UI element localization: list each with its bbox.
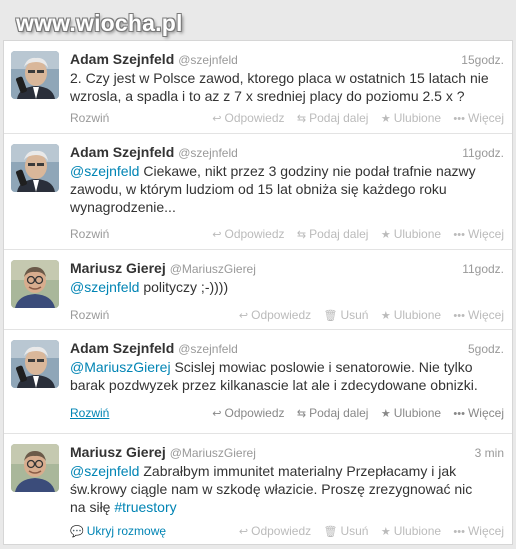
display-name[interactable]: Adam Szejnfeld xyxy=(70,144,174,160)
reply-button[interactable]: ↩ Odpowiedz xyxy=(212,111,284,125)
mention-link[interactable]: @szejnfeld xyxy=(70,463,139,479)
display-name[interactable]: Adam Szejnfeld xyxy=(70,51,174,67)
tweet-actions: ↩ Odpowiedz ⇆ Podaj dalej ★ Ulubione ••• Wię… xyxy=(203,227,504,241)
author-name[interactable]: Mariusz Gierej @MariuszGierej xyxy=(70,444,256,460)
tweet-feed: Adam Szejnfeld @szejnfeld 15godz. 2. Czy … xyxy=(3,40,513,545)
more-button[interactable]: ••• Więcej xyxy=(453,308,504,322)
reply-button[interactable]: ↩ Odpowiedz xyxy=(212,406,284,420)
expand-link[interactable]: Rozwiń xyxy=(70,227,109,241)
more-icon: ••• xyxy=(453,229,465,241)
mention-link[interactable]: @MariuszGierej xyxy=(70,359,171,375)
reply-icon: ↩ xyxy=(238,310,249,322)
author-name[interactable]: Mariusz Gierej @MariuszGierej xyxy=(70,260,256,276)
reply-icon: ↩ xyxy=(212,229,222,241)
tweet-actions: ↩ Odpowiedz ⇆ Podaj dalej ★ Ulubione ••• Wię… xyxy=(203,111,504,125)
more-button[interactable]: ••• Więcej xyxy=(453,406,504,420)
star-icon: ★ xyxy=(380,408,391,420)
reply-icon: ↩ xyxy=(238,526,249,538)
reply-button[interactable]: ↩ Odpowiedz xyxy=(212,227,284,241)
author-name[interactable]: Adam Szejnfeld @szejnfeld xyxy=(70,51,238,67)
favorite-button[interactable]: ★ Ulubione xyxy=(381,524,441,538)
tweet-timestamp[interactable]: 5godz. xyxy=(468,342,504,356)
avatar[interactable] xyxy=(11,340,59,388)
expand-link[interactable]: Rozwiń xyxy=(70,111,109,125)
mention-link[interactable]: @szejnfeld xyxy=(70,279,139,295)
avatar[interactable] xyxy=(11,51,59,99)
retweet-icon: ⇆ xyxy=(296,408,307,420)
author-name[interactable]: Adam Szejnfeld @szejnfeld xyxy=(70,144,238,160)
reply-button[interactable]: ↩ Odpowiedz xyxy=(239,524,311,538)
retweet-button[interactable]: ⇆ Podaj dalej xyxy=(297,406,369,420)
display-name[interactable]: Mariusz Gierej xyxy=(70,444,166,460)
trash-icon: 🗑 xyxy=(323,526,338,538)
more-icon: ••• xyxy=(453,526,465,538)
retweet-button[interactable]: ⇆ Podaj dalej xyxy=(297,111,369,125)
tweet-item[interactable]: Adam Szejnfeld @szejnfeld 5godz. @Mariusz… xyxy=(4,330,512,434)
tweet-timestamp[interactable]: 11godz. xyxy=(462,146,504,160)
more-button[interactable]: ••• Więcej xyxy=(453,227,504,241)
tweet-text: @MariuszGierej Scislej mowiac poslowie i… xyxy=(70,359,478,393)
tweet-item[interactable]: Adam Szejnfeld @szejnfeld 11godz. @szejnf… xyxy=(4,134,512,250)
tweet-item[interactable]: Adam Szejnfeld @szejnfeld 15godz. 2. Czy … xyxy=(4,41,512,134)
expand-link[interactable]: Rozwiń xyxy=(70,308,109,322)
tweet-text: @szejnfeld polityczy ;-)))) xyxy=(70,279,229,295)
more-icon: ••• xyxy=(453,113,465,125)
more-icon: ••• xyxy=(453,310,465,322)
tweet-item[interactable]: Mariusz Gierej @MariuszGierej 3 min @szej… xyxy=(4,434,512,544)
tweet-text: @szejnfeld Ciekawe, nikt przez 3 godziny… xyxy=(70,163,476,215)
favorite-button[interactable]: ★ Ulubione xyxy=(381,406,441,420)
display-name[interactable]: Mariusz Gierej xyxy=(70,260,166,276)
favorite-button[interactable]: ★ Ulubione xyxy=(381,227,441,241)
display-name[interactable]: Adam Szejnfeld xyxy=(70,340,174,356)
retweet-icon: ⇆ xyxy=(296,113,307,125)
reply-button[interactable]: ↩ Odpowiedz xyxy=(239,308,311,322)
tweet-text: 2. Czy jest w Polsce zawod, ktorego plac… xyxy=(70,70,489,104)
reply-icon: ↩ xyxy=(212,113,222,125)
user-handle[interactable]: @szejnfeld xyxy=(178,146,238,160)
user-handle[interactable]: @MariuszGierej xyxy=(170,262,256,276)
tweet-actions: ↩ Odpowiedz 🗑 Usuń ★ Ulubione ••• Więcej xyxy=(230,524,504,538)
user-handle[interactable]: @szejnfeld xyxy=(178,53,238,67)
trash-icon: 🗑 xyxy=(323,310,338,322)
hide-conversation-link[interactable]: 💬 Ukryj rozmowę xyxy=(70,524,166,538)
delete-button[interactable]: 🗑 Usuń xyxy=(324,308,369,322)
site-watermark: www.wiocha.pl xyxy=(16,10,183,36)
hashtag-link[interactable]: #truestory xyxy=(114,499,176,515)
tweet-actions: ↩ Odpowiedz ⇆ Podaj dalej ★ Ulubione ••• Wię… xyxy=(203,406,504,420)
avatar[interactable] xyxy=(11,444,59,492)
more-button[interactable]: ••• Więcej xyxy=(453,111,504,125)
star-icon: ★ xyxy=(380,310,391,322)
retweet-button[interactable]: ⇆ Podaj dalej xyxy=(297,227,369,241)
avatar[interactable] xyxy=(11,144,59,192)
tweet-text: @szejnfeld Zabrałbym immunitet materialn… xyxy=(70,463,473,515)
delete-button[interactable]: 🗑 Usuń xyxy=(324,524,369,538)
author-name[interactable]: Adam Szejnfeld @szejnfeld xyxy=(70,340,238,356)
star-icon: ★ xyxy=(380,229,391,241)
tweet-timestamp[interactable]: 3 min xyxy=(475,446,504,460)
favorite-button[interactable]: ★ Ulubione xyxy=(381,308,441,322)
more-button[interactable]: ••• Więcej xyxy=(453,524,504,538)
star-icon: ★ xyxy=(380,526,391,538)
favorite-button[interactable]: ★ Ulubione xyxy=(381,111,441,125)
avatar[interactable] xyxy=(11,260,59,308)
tweet-timestamp[interactable]: 11godz. xyxy=(462,262,504,276)
mention-link[interactable]: @szejnfeld xyxy=(70,163,139,179)
tweet-actions: ↩ Odpowiedz 🗑 Usuń ★ Ulubione ••• Więcej xyxy=(230,308,504,322)
user-handle[interactable]: @szejnfeld xyxy=(178,342,238,356)
retweet-icon: ⇆ xyxy=(296,229,307,241)
expand-link[interactable]: Rozwiń xyxy=(70,406,109,420)
tweet-item[interactable]: Mariusz Gierej @MariuszGierej 11godz. @sz… xyxy=(4,250,512,330)
user-handle[interactable]: @MariuszGierej xyxy=(170,446,256,460)
reply-icon: ↩ xyxy=(212,408,222,420)
star-icon: ★ xyxy=(380,113,391,125)
more-icon: ••• xyxy=(453,408,465,420)
speech-bubble-icon: 💬 xyxy=(70,526,84,538)
tweet-timestamp[interactable]: 15godz. xyxy=(461,53,504,67)
